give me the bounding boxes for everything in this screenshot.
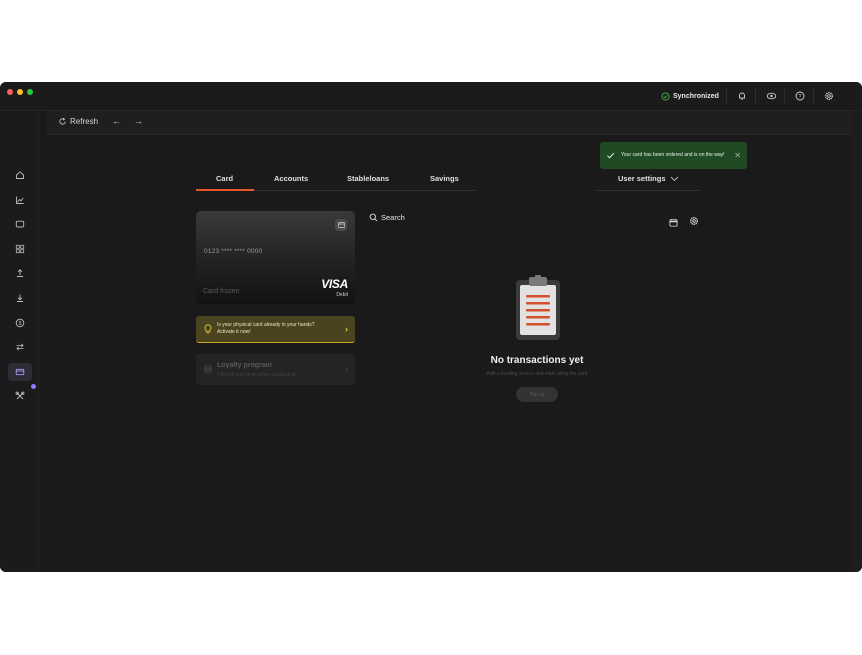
coins-icon (204, 365, 212, 373)
sync-label: Synchronized (673, 93, 719, 100)
empty-state-subtitle: Add a funding source and start using the… (486, 371, 588, 377)
app-window: Synchronized ? $ Refresh ← → Your card h… (0, 82, 862, 572)
active-tab-indicator (196, 189, 254, 191)
card-type: Debit (336, 292, 348, 298)
tab-accounts[interactable]: Accounts (274, 174, 308, 183)
chevron-right-icon: › (345, 364, 348, 374)
minimize-window-button[interactable] (17, 89, 23, 95)
close-icon[interactable]: ✕ (734, 151, 741, 160)
tab-stableloans[interactable]: Stableloans (347, 174, 389, 183)
eye-icon[interactable] (765, 90, 777, 102)
chart-icon[interactable] (8, 191, 32, 209)
tab-card[interactable]: Card (216, 174, 233, 183)
svg-text:$: $ (19, 321, 22, 327)
check-icon (607, 152, 615, 159)
sync-status: Synchronized (661, 92, 719, 101)
divider (784, 88, 785, 104)
home-icon[interactable] (8, 166, 32, 184)
chevron-down-icon (670, 176, 678, 181)
loyalty-title: Loyalty program (217, 362, 272, 369)
gear-icon[interactable] (823, 90, 835, 102)
divider (813, 88, 814, 104)
calendar-icon[interactable] (669, 214, 678, 232)
lightbulb-icon (204, 324, 212, 334)
main-content: Your card has been ordered and is on the… (47, 135, 851, 572)
activate-line-2: Activate it now! (217, 328, 251, 335)
zoom-window-button[interactable] (27, 89, 33, 95)
divider (726, 88, 727, 104)
wallet-icon[interactable] (8, 215, 32, 233)
card-number: 0123 **** **** 0000 (204, 248, 263, 255)
activate-card-banner[interactable]: Is your physical card already in your ha… (196, 316, 355, 343)
card-icon[interactable] (8, 363, 32, 381)
search-icon (369, 213, 378, 222)
search-label: Search (381, 213, 405, 222)
card-options-icon[interactable] (335, 219, 347, 231)
refresh-icon (59, 117, 66, 125)
upload-icon[interactable] (8, 264, 32, 282)
activate-line-1: Is your physical card already in your ha… (217, 322, 315, 328)
tab-bar: Card Accounts Stableloans Savings User s… (196, 171, 700, 191)
svg-text:?: ? (798, 94, 801, 100)
forward-button[interactable]: → (134, 116, 143, 126)
chevron-right-icon: › (345, 324, 348, 334)
card-status: Card frozen (203, 288, 240, 295)
back-button[interactable]: ← (112, 116, 121, 126)
bell-icon[interactable] (736, 90, 748, 102)
dollar-icon[interactable]: $ (8, 314, 32, 332)
empty-state-title: No transactions yet (490, 355, 584, 366)
refresh-button[interactable]: Refresh (58, 117, 98, 126)
visa-logo: VISA (321, 277, 348, 291)
scrollbar-track[interactable] (851, 111, 862, 572)
close-window-button[interactable] (7, 89, 13, 95)
tools-icon[interactable] (8, 387, 32, 405)
toolbar: Refresh ← → (47, 111, 851, 135)
transaction-settings-icon[interactable] (689, 213, 699, 231)
help-icon[interactable]: ? (794, 90, 806, 102)
clipboard-icon (516, 275, 560, 340)
divider (755, 88, 756, 104)
top-up-button[interactable]: Top up (516, 387, 558, 402)
transfer-icon[interactable] (8, 338, 32, 356)
user-settings-dropdown[interactable]: User settings (618, 174, 679, 183)
download-icon[interactable] (8, 289, 32, 307)
bank-card[interactable]: 0123 **** **** 0000 Card frozen VISA Deb… (196, 211, 355, 304)
activate-message: Is your physical card already in your ha… (217, 322, 315, 335)
tab-bar-gap (476, 189, 597, 191)
toast-message: Your card has been ordered and is on the… (621, 152, 725, 159)
tab-savings[interactable]: Savings (430, 174, 459, 183)
grid-icon[interactable] (8, 240, 32, 258)
success-toast: Your card has been ordered and is on the… (600, 142, 747, 169)
sidebar: $ (0, 111, 39, 572)
refresh-label: Refresh (70, 117, 99, 126)
title-bar: Synchronized ? (0, 82, 862, 111)
check-circle-icon (661, 92, 670, 101)
loyalty-subtitle: Choose coin to receive cashback in (217, 372, 296, 378)
search-button[interactable]: Search (369, 213, 405, 222)
loyalty-program-item[interactable]: Loyalty program Choose coin to receive c… (196, 354, 355, 385)
user-settings-label: User settings (618, 174, 666, 183)
